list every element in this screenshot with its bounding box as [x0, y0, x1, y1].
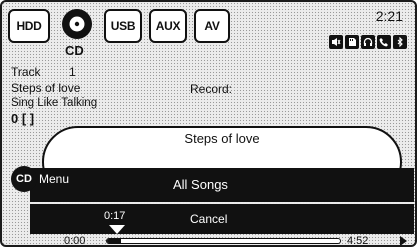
cd-label: CD	[65, 43, 84, 58]
cancel-label: Cancel	[190, 212, 228, 226]
usb-label: USB	[110, 19, 136, 33]
audio-screen: HDD CD USB AUX AV 2:21 Track 1 Steps of …	[0, 0, 417, 247]
menu-button[interactable]: Menu	[39, 172, 69, 186]
play-arrow-icon	[400, 236, 407, 245]
phone-icon	[377, 35, 391, 49]
bluetooth-icon	[393, 35, 407, 49]
seek-time-label: 0:17	[104, 210, 126, 222]
progress-fill	[107, 239, 121, 243]
cd-source-button[interactable]	[62, 9, 92, 39]
total-time: 4:52	[347, 235, 369, 247]
av-label: AV	[204, 19, 220, 33]
song-title: Steps of love	[11, 81, 81, 95]
track-label: Track	[11, 65, 41, 79]
usb-source-button[interactable]: USB	[104, 9, 142, 43]
hdd-source-button[interactable]: HDD	[8, 9, 50, 43]
mute-icon	[329, 35, 343, 49]
cd-badge-icon: CD	[11, 166, 37, 192]
av-source-button[interactable]: AV	[194, 9, 230, 43]
menu-popup: Steps of love All Songs Cancel	[30, 126, 414, 234]
artist-name: Sing Like Talking	[11, 97, 98, 109]
hdd-label: HDD	[16, 19, 42, 33]
all-songs-option[interactable]: All Songs	[30, 168, 414, 202]
aux-source-button[interactable]: AUX	[149, 9, 187, 43]
progress-row: 0:00 4:52	[2, 234, 415, 247]
headphones-icon	[361, 35, 375, 49]
aux-label: AUX	[155, 19, 181, 33]
clock: 2:21	[375, 8, 403, 24]
seek-marker-icon[interactable]	[109, 225, 125, 234]
menu-popup-title: Steps of love	[184, 131, 260, 146]
status-icons	[329, 35, 407, 49]
play-counter: 0 [ ]	[11, 111, 35, 126]
source-bar: HDD CD USB AUX AV 2:21	[2, 2, 415, 64]
sd-card-icon	[345, 35, 359, 49]
track-number: 1	[69, 65, 76, 79]
elapsed-time: 0:00	[64, 235, 86, 247]
all-songs-label: All Songs	[173, 177, 228, 192]
record-label: Record:	[190, 82, 233, 96]
track-info: Track 1	[11, 65, 76, 79]
disc-icon	[69, 16, 85, 32]
progress-bar[interactable]	[106, 238, 341, 244]
cancel-option[interactable]: Cancel	[30, 204, 414, 234]
